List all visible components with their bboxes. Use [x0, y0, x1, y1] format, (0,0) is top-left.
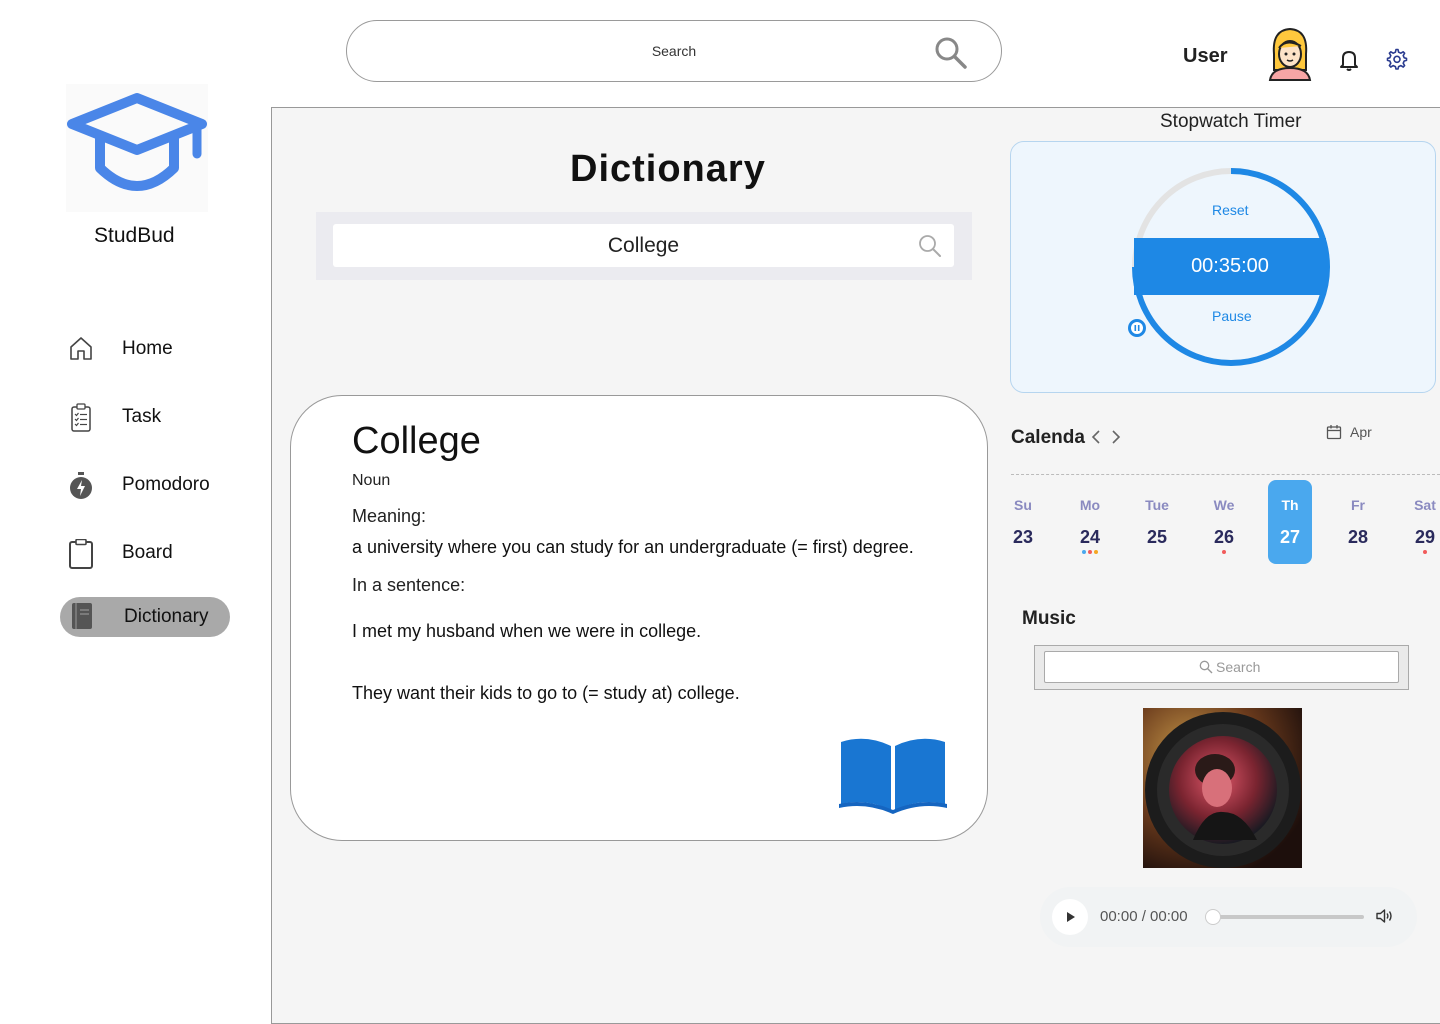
- stopwatch-time: 00:35:00: [1191, 255, 1269, 277]
- calendar-divider: [1011, 474, 1440, 475]
- day-date: 28: [1347, 527, 1369, 547]
- day-date: 26: [1213, 527, 1235, 547]
- gear-icon[interactable]: [1386, 48, 1408, 70]
- chevron-left-icon[interactable]: [1090, 429, 1102, 445]
- pause-button[interactable]: Pause: [1212, 308, 1252, 324]
- day-date: 24: [1079, 527, 1101, 547]
- home-icon: [70, 337, 92, 360]
- sidebar-item-dictionary[interactable]: Dictionary: [60, 597, 230, 637]
- word-heading: College: [352, 420, 481, 462]
- open-book-icon: [839, 738, 947, 814]
- calendar-day[interactable]: Sat 29: [1403, 480, 1440, 564]
- music-search-placeholder: Search: [1216, 659, 1261, 675]
- calendar-day[interactable]: Fr 28: [1336, 480, 1380, 564]
- stopwatch-icon: [70, 472, 92, 499]
- seek-handle[interactable]: [1205, 909, 1221, 925]
- dictionary-search-input[interactable]: College: [333, 224, 954, 267]
- book-icon: [72, 603, 92, 629]
- avatar[interactable]: [1266, 26, 1314, 82]
- calendar-title: Calenda: [1011, 427, 1085, 448]
- top-search-bar[interactable]: Search: [346, 20, 1002, 82]
- sidebar-item-label: Dictionary: [124, 606, 209, 627]
- stopwatch-time-bar: 00:35:00: [1134, 238, 1326, 295]
- user-name: User: [1183, 45, 1228, 67]
- sidebar-item-label: Board: [122, 542, 173, 563]
- seek-bar[interactable]: [1212, 915, 1364, 919]
- dictionary-search-value: College: [607, 234, 680, 257]
- play-icon: [1067, 912, 1075, 922]
- calendar-day[interactable]: Su 23: [1001, 480, 1045, 564]
- search-icon[interactable]: [918, 234, 942, 258]
- sentence-label: In a sentence:: [352, 575, 466, 595]
- calendar-day[interactable]: Mo 24: [1068, 480, 1112, 564]
- sidebar-item-label: Pomodoro: [122, 474, 210, 495]
- search-icon: [1199, 660, 1213, 674]
- sidebar-item-label: Home: [122, 338, 173, 359]
- example-sentence: I met my husband when we were in college…: [352, 621, 702, 641]
- event-dot: [1222, 550, 1226, 554]
- day-name: Fr: [1351, 497, 1365, 513]
- graduation-cap-logo: [66, 84, 208, 212]
- day-name: Su: [1014, 497, 1032, 513]
- day-name: Th: [1281, 497, 1299, 513]
- top-search-placeholder: Search: [651, 43, 697, 59]
- reset-button[interactable]: Reset: [1212, 202, 1249, 218]
- search-icon[interactable]: [934, 36, 968, 70]
- page-title: Dictionary: [570, 148, 766, 190]
- calendar-day[interactable]: We 26: [1202, 480, 1246, 564]
- calendar-day-selected[interactable]: Th 27: [1268, 480, 1312, 564]
- sidebar-item-home[interactable]: Home: [60, 329, 230, 369]
- music-title: Music: [1022, 608, 1076, 629]
- sidebar-item-pomodoro[interactable]: Pomodoro: [60, 465, 230, 505]
- sidebar-item-board[interactable]: Board: [60, 533, 230, 573]
- chevron-right-icon[interactable]: [1110, 429, 1122, 445]
- sidebar-item-task[interactable]: Task: [60, 397, 230, 437]
- stopwatch-title: Stopwatch Timer: [1160, 111, 1302, 132]
- day-date: 25: [1146, 527, 1168, 547]
- bell-icon[interactable]: [1339, 48, 1359, 72]
- day-event-dots: [1068, 550, 1112, 554]
- day-event-dots: [1202, 550, 1246, 554]
- day-date: 23: [1012, 527, 1034, 547]
- part-of-speech: Noun: [352, 472, 391, 489]
- day-name: Sat: [1414, 497, 1436, 513]
- brand-name: StudBud: [94, 224, 175, 247]
- calendar-month[interactable]: Apr: [1350, 424, 1372, 440]
- day-date: 29: [1414, 527, 1436, 547]
- calendar-day[interactable]: Tue 25: [1135, 480, 1179, 564]
- day-name: Tue: [1145, 497, 1169, 513]
- album-art: [1143, 708, 1302, 868]
- meaning-label: Meaning:: [352, 506, 427, 526]
- event-dot: [1088, 550, 1092, 554]
- event-dot: [1082, 550, 1086, 554]
- example-sentence: They want their kids to go to (= study a…: [352, 683, 740, 703]
- clipboard-icon: [69, 539, 93, 569]
- clipboard-checklist-icon: [71, 403, 91, 432]
- sidebar-item-label: Task: [122, 406, 162, 427]
- day-event-dots: [1403, 550, 1440, 554]
- calendar-icon: [1326, 425, 1342, 440]
- player-time: 00:00 / 00:00: [1100, 908, 1188, 925]
- event-dot: [1423, 550, 1427, 554]
- day-name: Mo: [1079, 497, 1101, 513]
- day-name: We: [1213, 497, 1235, 513]
- day-date: 27: [1279, 527, 1301, 547]
- play-button[interactable]: [1052, 899, 1088, 935]
- event-dot: [1094, 550, 1098, 554]
- pause-icon[interactable]: [1127, 318, 1147, 338]
- meaning-text: a university where you can study for an …: [352, 537, 914, 557]
- volume-icon[interactable]: [1376, 908, 1394, 924]
